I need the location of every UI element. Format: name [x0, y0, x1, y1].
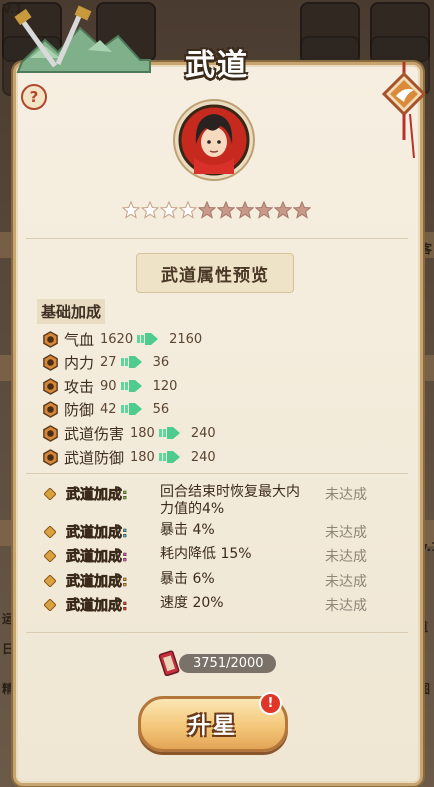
star-empty-icon [255, 201, 273, 219]
bonus-tag: 武道加成: [66, 525, 128, 542]
arrow-right-icon [158, 427, 180, 439]
stat-label: 武道防御 [64, 448, 125, 467]
stat-row: 防御 42 56 [42, 398, 169, 420]
divider [26, 473, 408, 474]
divider [26, 632, 408, 633]
stat-current-value: 27 [100, 354, 117, 370]
star-empty-icon [236, 201, 254, 219]
bonus-tag: 武道加成: [66, 487, 128, 504]
bonus-status: 未达成 [325, 525, 367, 541]
bonus-tag: 武道加成: [66, 549, 128, 566]
bonus-description: 速度 20% [160, 595, 224, 611]
currency-value: 3751/2000 [179, 653, 276, 673]
bonus-status: 未达成 [325, 487, 367, 503]
star-rating [122, 201, 311, 219]
martial-defense-icon [43, 448, 58, 466]
stat-label: 气血 [64, 330, 95, 349]
stat-current-value: 180 [130, 449, 155, 465]
mp-icon [43, 353, 58, 371]
stat-row: 武道伤害 180 240 [42, 422, 216, 444]
stat-current-value: 90 [100, 378, 117, 394]
title-banner: 武道 [70, 40, 364, 84]
bonus-row: 武道加成: 暴击 6% [44, 571, 300, 591]
stat-label: 内力 [64, 353, 95, 372]
stat-row: 攻击 90 120 [42, 375, 177, 397]
notification-badge: ! [259, 692, 282, 715]
stat-next-value: 2160 [169, 331, 203, 347]
arrow-right-icon [158, 451, 180, 463]
star-empty-icon [198, 201, 216, 219]
stat-current-value: 180 [130, 425, 155, 441]
bonus-status: 未达成 [325, 598, 367, 614]
panel-title: 武道 [185, 48, 249, 83]
bonus-tag: 武道加成: [66, 598, 128, 615]
bonus-status: 未达成 [325, 549, 367, 565]
star-empty-icon [217, 201, 235, 219]
upgrade-star-label: 升星 [187, 714, 238, 739]
divider [26, 238, 408, 239]
bonus-row: 武道加成: 暴击 4% [44, 522, 300, 542]
stat-current-value: 1620 [100, 331, 134, 347]
question-icon[interactable]: ? [21, 84, 47, 110]
diamond-bullet-icon [44, 488, 56, 500]
stat-row: 内力 27 36 [42, 351, 169, 373]
section-title: 武道属性预览 [161, 265, 269, 286]
diamond-bullet-icon [44, 550, 56, 562]
stat-next-value: 240 [190, 449, 216, 465]
bonus-description: 暴击 6% [160, 571, 215, 587]
stat-label: 武道伤害 [64, 424, 125, 443]
diamond-bullet-icon [44, 526, 56, 538]
arrow-right-icon [120, 380, 142, 392]
base-bonus-title: 基础加成 [37, 299, 106, 324]
stat-next-value: 240 [190, 425, 216, 441]
stat-next-value: 36 [152, 354, 170, 370]
bonus-row: 武道加成: 速度 20% [44, 595, 300, 615]
arrow-right-icon [120, 403, 142, 415]
martial-damage-icon [43, 424, 58, 442]
stat-next-value: 56 [152, 401, 170, 417]
bonus-row: 武道加成: 耗内降低 15% [44, 546, 300, 566]
bonus-status: 未达成 [325, 574, 367, 590]
hp-icon [43, 330, 58, 348]
arrow-right-icon [137, 333, 159, 345]
star-filled-icon [179, 201, 197, 219]
stat-label: 攻击 [64, 377, 95, 396]
hero-portrait-icon [173, 99, 255, 181]
stat-row: 武道防御 180 240 [42, 446, 216, 468]
bonus-description: 回合结束时恢复最大内力值的4% [160, 484, 300, 517]
bonus-row: 武道加成: 回合结束时恢复最大内力值的4% [44, 484, 300, 518]
star-empty-icon [293, 201, 311, 219]
star-empty-icon [274, 201, 292, 219]
currency-display: 3751/2000 [157, 650, 276, 676]
stat-next-value: 120 [152, 378, 178, 394]
bonus-description: 暴击 4% [160, 522, 215, 538]
arrow-right-icon [120, 356, 142, 368]
bonus-tag: 武道加成: [66, 574, 128, 591]
bonus-description: 耗内降低 15% [160, 546, 252, 562]
diamond-bullet-icon [44, 599, 56, 611]
stat-label: 防御 [64, 400, 95, 419]
defense-icon [43, 400, 58, 418]
close-talisman-icon[interactable] [374, 62, 426, 162]
star-filled-icon [141, 201, 159, 219]
diamond-bullet-icon [44, 575, 56, 587]
star-filled-icon [160, 201, 178, 219]
stat-row: 气血 1620 2160 [42, 328, 202, 350]
stat-current-value: 42 [100, 401, 117, 417]
attack-icon [43, 377, 58, 395]
star-filled-icon [122, 201, 140, 219]
section-banner: 武道属性预览 [136, 253, 294, 293]
